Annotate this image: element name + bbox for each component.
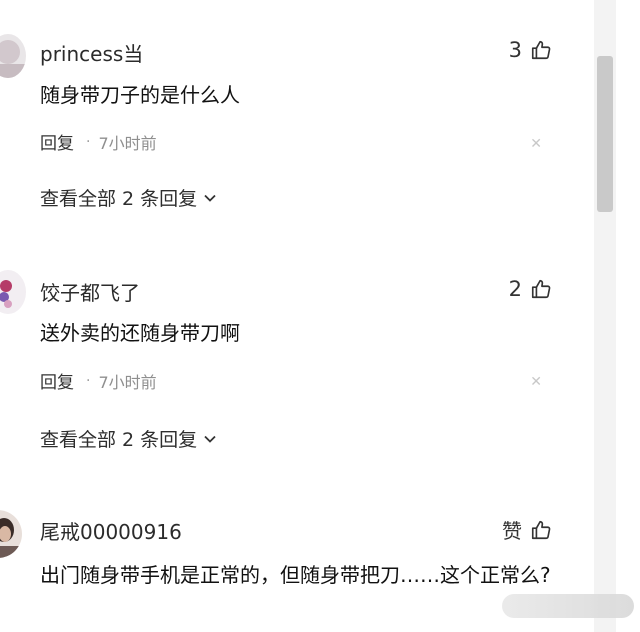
like-count: 赞 (502, 519, 522, 543)
view-all-replies-button[interactable]: 查看全部 2 条回复 (40, 425, 217, 452)
comment-username[interactable]: 饺子都飞了 (40, 277, 140, 306)
like-count: 3 (508, 38, 522, 62)
scrollbar[interactable] (594, 0, 616, 632)
comment-meta: 回复 · 7小时前 (40, 129, 157, 155)
thumbs-up-icon (530, 39, 552, 61)
like-count: 2 (508, 277, 522, 301)
comments-page: princess当 3 随身带刀子的是什么人 回复 · 7小时前 ✕ 查看全部 … (0, 0, 640, 632)
comment-time: 7小时前 (98, 372, 157, 392)
comment-content: 送外卖的还随身带刀啊 (40, 321, 240, 345)
thumbs-up-icon (530, 519, 552, 541)
watermark (502, 594, 634, 618)
close-icon[interactable]: ✕ (530, 374, 542, 390)
right-margin (616, 0, 640, 632)
like-button[interactable]: 赞 (502, 515, 552, 544)
like-button[interactable]: 3 (509, 38, 552, 62)
comment-username[interactable]: princess当 (40, 38, 143, 67)
comment-content: 随身带刀子的是什么人 (40, 83, 240, 107)
separator-dot: · (86, 133, 91, 150)
view-all-replies-button[interactable]: 查看全部 2 条回复 (40, 184, 217, 211)
comment-time: 7小时前 (98, 133, 157, 153)
avatar[interactable] (0, 510, 22, 558)
comment-content: 出门随身带手机是正常的，但随身带把刀……这个正常么? (40, 563, 551, 587)
avatar[interactable] (0, 270, 26, 314)
thumbs-up-icon (530, 278, 552, 300)
reply-button[interactable]: 回复 (40, 129, 74, 154)
view-all-replies-label: 查看全部 2 条回复 (40, 188, 198, 210)
view-all-replies-label: 查看全部 2 条回复 (40, 429, 198, 451)
avatar[interactable] (0, 34, 26, 78)
comment-username[interactable]: 尾戒00000916 (40, 516, 182, 545)
like-button[interactable]: 2 (509, 277, 552, 301)
comment-meta: 回复 · 7小时前 (40, 368, 157, 394)
chevron-down-icon (201, 432, 217, 446)
close-icon[interactable]: ✕ (530, 136, 542, 152)
chevron-down-icon (201, 191, 217, 205)
reply-button[interactable]: 回复 (40, 368, 74, 393)
scrollbar-thumb[interactable] (597, 56, 613, 212)
separator-dot: · (86, 372, 91, 389)
